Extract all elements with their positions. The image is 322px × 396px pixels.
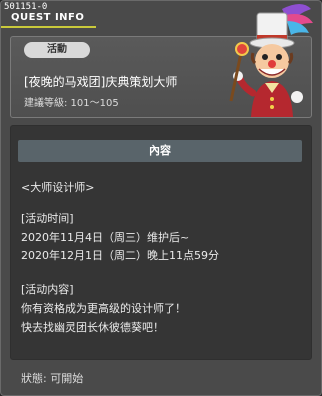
- content-line: 快去找幽灵团长休彼德葵吧！: [21, 321, 164, 334]
- quest-name: [夜晚的马戏团]庆典策划大师: [24, 75, 178, 89]
- quest-id: 501151-0: [4, 2, 48, 12]
- quest-info-window: 501151-0 QUEST INFO 活動 [夜晚的马戏团]庆典策划大师 建議…: [0, 0, 322, 396]
- content-line: 2020年11月4日（周三）维护后~: [21, 231, 190, 244]
- title-underline: [1, 26, 96, 28]
- content-line: [活动时间]: [21, 212, 74, 225]
- quest-status: 狀態: 可開始: [21, 372, 84, 385]
- content-section-title: 內容: [18, 140, 302, 162]
- npc-clown-icon: [229, 4, 313, 117]
- content-line: [活动内容]: [21, 283, 74, 296]
- window-title: QUEST INFO: [11, 12, 85, 23]
- content-line: 2020年12月1日（周二）晚上11点59分: [21, 249, 219, 262]
- content-line: <大师设计师>: [21, 181, 95, 194]
- recommended-level: 建議等級: 101～105: [24, 98, 119, 109]
- content-line: 你有资格成为更高级的设计师了！: [21, 302, 186, 315]
- event-badge: 活動: [24, 42, 90, 58]
